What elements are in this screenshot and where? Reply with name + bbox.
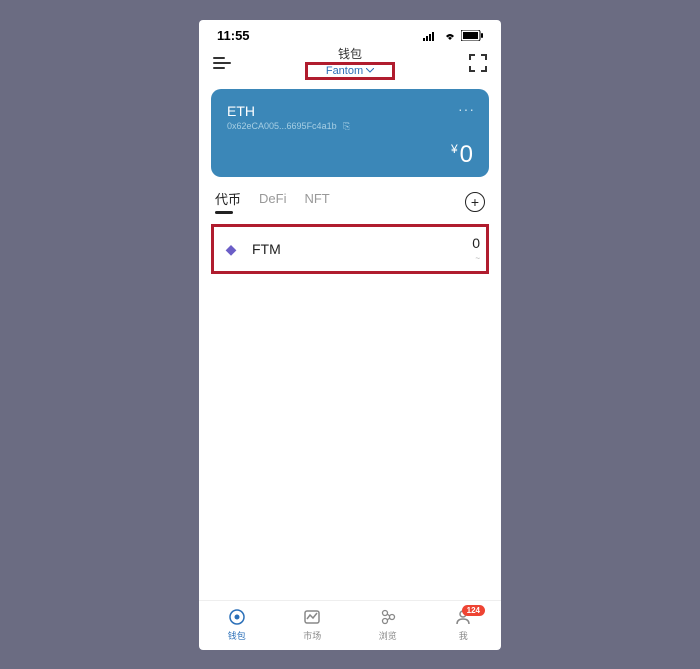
page-title: 钱包 xyxy=(231,45,469,62)
nav-browse[interactable]: 浏览 xyxy=(350,607,426,642)
nav-me[interactable]: 124 我 xyxy=(426,607,502,642)
tab-defi[interactable]: DeFi xyxy=(259,191,286,212)
token-name: FTM xyxy=(252,241,472,257)
phone-frame: 11:55 钱包 Fantom ETH 0x62eCA005...6695Fc4… xyxy=(199,20,501,650)
nav-wallet[interactable]: 钱包 xyxy=(199,607,275,642)
browse-icon xyxy=(378,607,398,627)
card-symbol: ETH xyxy=(227,103,473,119)
header: 钱包 Fantom xyxy=(199,47,501,83)
copy-icon[interactable]: ⎘ xyxy=(343,121,350,131)
wifi-icon xyxy=(443,31,457,41)
scan-icon[interactable] xyxy=(469,54,487,72)
status-bar: 11:55 xyxy=(199,20,501,47)
card-balance: ¥0 xyxy=(451,141,473,169)
nav-label: 我 xyxy=(459,629,468,642)
network-name: Fantom xyxy=(326,65,363,77)
token-row[interactable]: ◆ FTM 0 ~ xyxy=(211,224,489,274)
tab-tokens[interactable]: 代币 xyxy=(215,189,241,214)
signal-icon xyxy=(423,31,439,41)
add-token-button[interactable]: + xyxy=(465,192,485,212)
token-icon: ◆ xyxy=(220,238,242,260)
currency-symbol: ¥ xyxy=(451,142,458,156)
wallet-icon xyxy=(227,607,247,627)
chart-icon xyxy=(302,607,322,627)
nav-label: 浏览 xyxy=(379,629,397,642)
token-balance: 0 ~ xyxy=(472,235,480,263)
tab-nft[interactable]: NFT xyxy=(304,191,329,212)
status-time: 11:55 xyxy=(217,28,250,43)
bottom-nav: 钱包 市场 浏览 124 我 xyxy=(199,600,501,650)
card-address: 0x62eCA005...6695Fc4a1b ⎘ xyxy=(227,121,473,132)
tabs: 代币 DeFi NFT + xyxy=(199,185,501,214)
card-more-icon[interactable]: ··· xyxy=(458,101,475,117)
badge: 124 xyxy=(462,605,485,616)
balance-card[interactable]: ETH 0x62eCA005...6695Fc4a1b ⎘ ··· ¥0 xyxy=(211,89,489,177)
menu-icon[interactable] xyxy=(213,57,231,69)
status-indicators xyxy=(423,30,483,41)
chevron-down-icon xyxy=(366,68,374,73)
battery-icon xyxy=(461,30,483,41)
token-list: ◆ FTM 0 ~ xyxy=(199,214,501,284)
nav-label: 市场 xyxy=(303,629,321,642)
nav-label: 钱包 xyxy=(228,629,246,642)
nav-market[interactable]: 市场 xyxy=(275,607,351,642)
network-selector[interactable]: Fantom xyxy=(305,62,395,80)
